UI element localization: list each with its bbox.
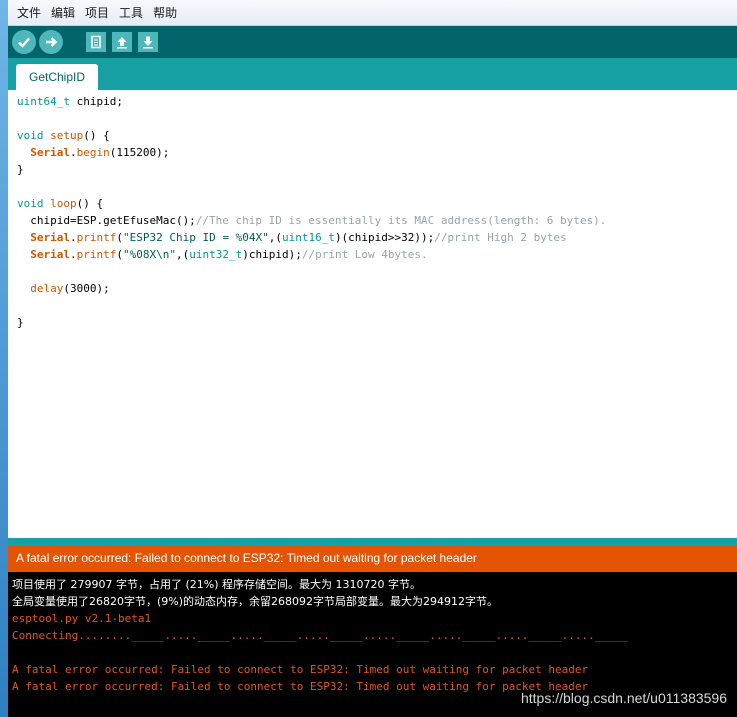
code-line-10: Serial.printf("%08X\n",(uint32_t)chipid)…: [30, 248, 428, 261]
tab-bar: GetChipID: [8, 58, 737, 90]
open-button[interactable]: [112, 32, 132, 52]
console-line: 全局变量使用了26820字节，(9%)的动态内存，余留268092字节局部变量。…: [12, 595, 499, 608]
arrow-up-icon: [117, 37, 127, 49]
toolbar: [8, 26, 737, 58]
console-line: A fatal error occurred: Failed to connec…: [12, 680, 589, 693]
console-line: esptool.py v2.1-beta1: [12, 612, 152, 625]
code-line-9: Serial.printf("ESP32 Chip ID = %04X",(ui…: [30, 231, 567, 244]
menu-file[interactable]: 文件: [12, 0, 46, 26]
code-line-3: void setup() {: [17, 129, 110, 142]
arrow-down-icon: [143, 36, 153, 49]
code-line-14: }: [17, 316, 24, 329]
menu-bar: 文件 编辑 项目 工具 帮助: [8, 0, 737, 26]
console-line: A fatal error occurred: Failed to connec…: [12, 663, 589, 676]
output-console[interactable]: 项目使用了 279907 字节，占用了 (21%) 程序存储空间。最大为 131…: [8, 572, 737, 717]
console-line: Connecting........_____....._____.....__…: [12, 629, 628, 642]
code-line-7: void loop() {: [17, 197, 104, 210]
code-editor[interactable]: uint64_t chipid; void setup() { Serial.b…: [8, 90, 737, 538]
code-line-1: uint64_t chipid;: [17, 95, 123, 108]
new-sketch-button[interactable]: [86, 32, 106, 52]
menu-tools[interactable]: 工具: [114, 0, 148, 26]
save-button[interactable]: [138, 32, 158, 52]
arrow-right-icon: [46, 37, 58, 47]
code-line-8: chipid=ESP.getEfuseMac();//The chip ID i…: [17, 214, 607, 227]
menu-sketch[interactable]: 项目: [80, 0, 114, 26]
code-line-4: Serial.begin(115200);: [30, 146, 170, 159]
document-icon: [91, 35, 101, 49]
arduino-ide-window: 文件 编辑 项目 工具 帮助 GetChipID uint64_t chipid…: [0, 0, 737, 717]
upload-button[interactable]: [39, 30, 63, 54]
menu-help[interactable]: 帮助: [148, 0, 182, 26]
error-status-bar: A fatal error occurred: Failed to connec…: [8, 545, 737, 572]
console-line: 项目使用了 279907 字节，占用了 (21%) 程序存储空间。最大为 131…: [12, 578, 421, 591]
code-line-5: }: [17, 163, 24, 176]
check-icon: [18, 37, 30, 48]
code-line-12: delay(3000);: [30, 282, 110, 295]
menu-edit[interactable]: 编辑: [46, 0, 80, 26]
verify-button[interactable]: [12, 30, 36, 54]
status-divider[interactable]: [8, 538, 737, 545]
tab-getchipid[interactable]: GetChipID: [16, 64, 98, 90]
watermark: https://blog.csdn.net/u011383596: [520, 690, 727, 706]
window-frame: [0, 0, 8, 717]
